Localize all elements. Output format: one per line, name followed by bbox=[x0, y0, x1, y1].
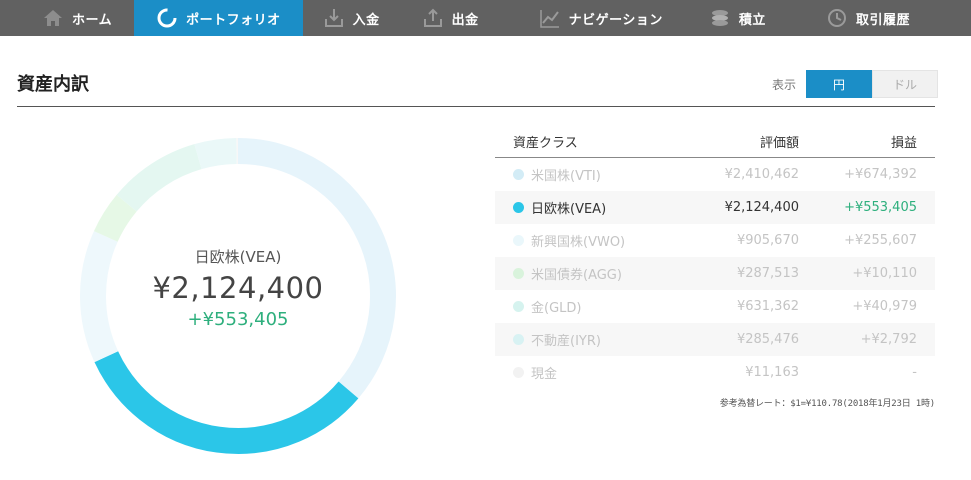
row-asset-name: 米国債券(AGG) bbox=[495, 264, 685, 283]
withdraw-icon bbox=[422, 7, 444, 29]
nav-home-label: ホーム bbox=[72, 12, 113, 28]
table-row[interactable]: 金(GLD) ¥631,362 +¥40,979 bbox=[495, 290, 935, 323]
nav-portfolio[interactable]: ポートフォリオ bbox=[134, 0, 303, 36]
row-asset-label: 米国株(VTI) bbox=[531, 169, 601, 184]
row-valuation: ¥631,362 bbox=[736, 299, 799, 314]
nav-history[interactable]: 取引履歴 bbox=[788, 0, 932, 36]
header-divider bbox=[17, 106, 935, 107]
row-asset-name: 米国株(VTI) bbox=[495, 165, 685, 184]
table-row[interactable]: 現金 ¥11,163 - bbox=[495, 356, 935, 389]
currency-dollar-button[interactable]: ドル bbox=[872, 70, 939, 98]
nav-deposit[interactable]: 入金 bbox=[303, 0, 402, 36]
donut-center-summary: 日欧株(VEA) ¥2,124,400 +¥553,405 bbox=[78, 246, 398, 330]
row-asset-name: 金(GLD) bbox=[495, 297, 685, 316]
legend-dot-icon bbox=[513, 169, 524, 180]
nav-withdraw-label: 出金 bbox=[451, 12, 479, 28]
row-valuation: ¥285,476 bbox=[736, 332, 799, 347]
donut-segment-1[interactable] bbox=[94, 351, 359, 454]
header-asset-class: 資産クラス bbox=[513, 135, 578, 151]
nav-portfolio-label: ポートフォリオ bbox=[186, 12, 281, 28]
row-profit-loss: +¥2,792 bbox=[860, 332, 917, 347]
nav-savings[interactable]: 積立 bbox=[685, 0, 788, 36]
legend-dot-icon bbox=[513, 268, 524, 279]
row-valuation: ¥2,410,462 bbox=[724, 167, 799, 182]
row-asset-label: 不動産(IYR) bbox=[531, 334, 601, 349]
donut-segment-4[interactable] bbox=[116, 144, 202, 212]
row-valuation: ¥905,670 bbox=[736, 233, 799, 248]
row-profit-loss: +¥10,110 bbox=[852, 266, 917, 281]
legend-dot-icon bbox=[513, 301, 524, 312]
exchange-rate-note: 参考為替レート：$1=¥110.78(2018年1月23日 1時) bbox=[719, 399, 935, 409]
donut-segment-5[interactable] bbox=[194, 138, 238, 170]
nav-navigation[interactable]: ナビゲーション bbox=[501, 0, 685, 36]
row-asset-label: 金(GLD) bbox=[531, 301, 582, 316]
coins-icon bbox=[709, 7, 731, 29]
row-asset-name: 不動産(IYR) bbox=[495, 330, 685, 349]
chart-line-icon bbox=[539, 7, 561, 29]
row-profit-loss: +¥553,405 bbox=[844, 200, 917, 215]
legend-dot-icon bbox=[513, 367, 524, 378]
table-body: 米国株(VTI) ¥2,410,462 +¥674,392 日欧株(VEA) ¥2,12… bbox=[495, 158, 935, 389]
row-valuation: ¥287,513 bbox=[736, 266, 799, 281]
row-asset-label: 米国債券(AGG) bbox=[531, 268, 622, 283]
row-profit-loss: +¥40,979 bbox=[852, 299, 917, 314]
legend-dot-icon bbox=[513, 202, 524, 213]
currency-yen-button[interactable]: 円 bbox=[806, 70, 873, 98]
table-row[interactable]: 日欧株(VEA) ¥2,124,400 +¥553,405 bbox=[495, 191, 935, 224]
row-profit-loss: +¥255,607 bbox=[844, 233, 917, 248]
header-profit-loss: 損益 bbox=[890, 135, 917, 151]
row-valuation: ¥11,163 bbox=[745, 365, 799, 380]
deposit-icon bbox=[323, 7, 345, 29]
row-asset-label: 日欧株(VEA) bbox=[531, 202, 607, 217]
nav-withdraw[interactable]: 出金 bbox=[402, 0, 501, 36]
donut-segment-3[interactable] bbox=[93, 194, 137, 243]
currency-label: 表示 bbox=[772, 77, 797, 92]
center-asset-gain: +¥553,405 bbox=[187, 309, 289, 330]
top-nav: ホーム ポートフォリオ 入金 出金 ナビゲーション 積立 取引履歴 bbox=[0, 0, 971, 36]
center-asset-name: 日欧株(VEA) bbox=[194, 248, 282, 266]
row-profit-loss: +¥674,392 bbox=[844, 167, 917, 182]
legend-dot-icon bbox=[513, 235, 524, 246]
currency-toggle: 表示 円 ドル bbox=[772, 70, 939, 98]
nav-home[interactable]: ホーム bbox=[0, 0, 134, 36]
row-asset-label: 現金 bbox=[531, 367, 558, 382]
asset-table: 資産クラス 評価額 損益 米国株(VTI) ¥2,410,462 +¥674,392… bbox=[495, 125, 935, 389]
row-asset-name: 日欧株(VEA) bbox=[495, 198, 685, 217]
table-row[interactable]: 米国債券(AGG) ¥287,513 +¥10,110 bbox=[495, 257, 935, 290]
center-asset-value: ¥2,124,400 bbox=[152, 271, 324, 305]
portfolio-ring-icon bbox=[156, 7, 178, 29]
nav-navigation-label: ナビゲーション bbox=[568, 12, 663, 28]
nav-savings-label: 積立 bbox=[738, 12, 766, 28]
table-row[interactable]: 不動産(IYR) ¥285,476 +¥2,792 bbox=[495, 323, 935, 356]
table-row[interactable]: 新興国株(VWO) ¥905,670 +¥255,607 bbox=[495, 224, 935, 257]
table-header: 資産クラス 評価額 損益 bbox=[495, 125, 935, 158]
nav-deposit-label: 入金 bbox=[352, 12, 380, 28]
row-profit-loss: - bbox=[912, 365, 917, 380]
row-asset-label: 新興国株(VWO) bbox=[531, 235, 626, 250]
table-row[interactable]: 米国株(VTI) ¥2,410,462 +¥674,392 bbox=[495, 158, 935, 191]
row-asset-name: 現金 bbox=[495, 363, 685, 382]
legend-dot-icon bbox=[513, 334, 524, 345]
nav-history-label: 取引履歴 bbox=[855, 12, 910, 28]
section-title: 資産内訳 bbox=[17, 74, 89, 95]
row-asset-name: 新興国株(VWO) bbox=[495, 231, 685, 250]
header-valuation: 評価額 bbox=[759, 135, 799, 151]
row-valuation: ¥2,124,400 bbox=[724, 200, 799, 215]
home-icon bbox=[42, 7, 64, 29]
clock-icon bbox=[826, 7, 848, 29]
